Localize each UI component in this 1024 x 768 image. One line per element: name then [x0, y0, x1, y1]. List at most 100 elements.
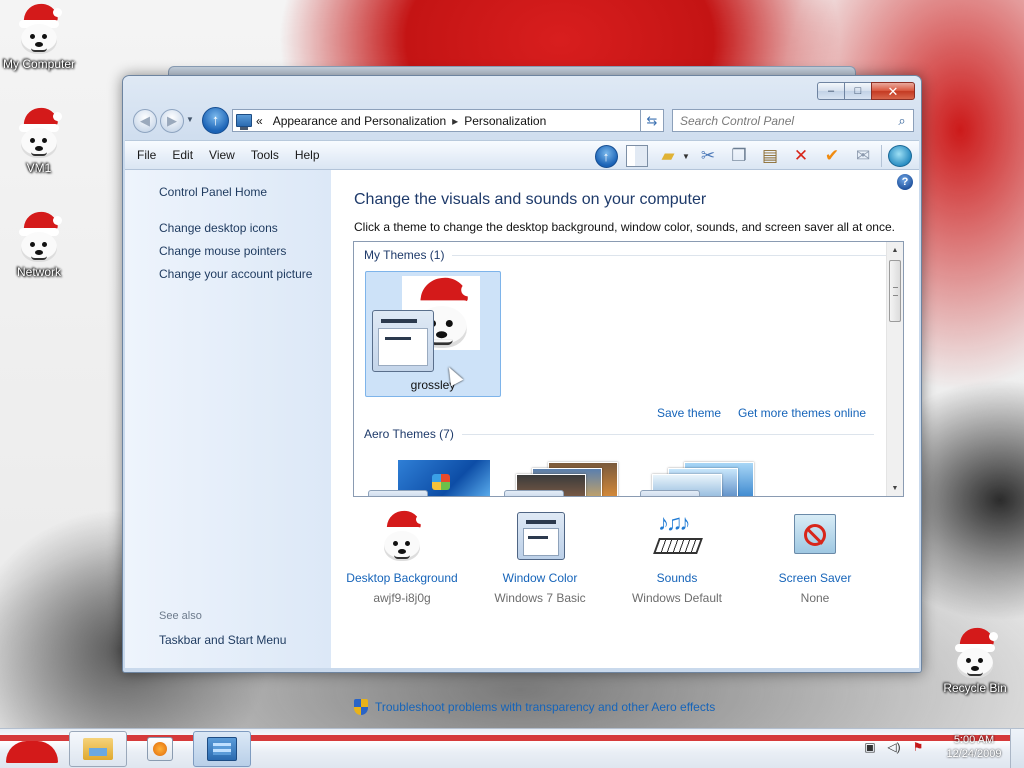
control-panel-icon — [207, 737, 237, 761]
desktop-icon-my-computer[interactable]: My Computer — [0, 1, 81, 71]
change-mouse-pointers-link[interactable]: Change mouse pointers — [159, 244, 286, 258]
search-input[interactable] — [673, 110, 891, 131]
get-more-themes-link[interactable]: Get more themes online — [738, 406, 866, 420]
email-button[interactable]: ✉ — [850, 144, 876, 168]
taskbar-start-menu-link[interactable]: Taskbar and Start Menu — [159, 633, 286, 647]
desktop-icon-label: My Computer — [2, 57, 76, 71]
search-box: ⌕ — [672, 109, 914, 132]
menu-edit[interactable]: Edit — [172, 148, 193, 162]
theme-name: grossley — [410, 378, 456, 392]
cut-button[interactable]: ✂ — [695, 144, 721, 168]
folder-icon — [83, 738, 113, 760]
show-desktop-button[interactable] — [1010, 729, 1024, 768]
up-level-button[interactable]: ↑ — [202, 107, 229, 134]
change-account-picture-link[interactable]: Change your account picture — [159, 267, 312, 281]
search-icon[interactable]: ⌕ — [891, 113, 913, 129]
toolbar-folder-button[interactable]: ▰ — [655, 144, 681, 168]
checkmark-icon: ✔ — [824, 146, 840, 165]
clock-date: 12/24/2009 — [946, 748, 1002, 760]
toolbar-up-button[interactable]: ↑ — [593, 144, 619, 168]
theme-window-preview — [372, 310, 434, 372]
santa-hat-icon — [6, 741, 58, 763]
properties-button[interactable]: ✔ — [819, 144, 845, 168]
screen-saver-setting[interactable]: Screen Saver None — [745, 512, 885, 605]
santa-dog-icon — [951, 625, 999, 680]
breadcrumb-appearance[interactable]: Appearance and Personalization — [273, 114, 446, 128]
paste-icon: ▤ — [761, 146, 779, 165]
sounds-setting[interactable]: ♪♫♪ Sounds Windows Default — [607, 510, 747, 605]
clock[interactable]: 5:00 AM 12/24/2009 — [944, 733, 1004, 761]
desktop-icon-network[interactable]: Network — [0, 209, 81, 279]
menu-view[interactable]: View — [209, 148, 235, 162]
setting-label[interactable]: Sounds — [607, 571, 747, 585]
scroll-down-icon[interactable]: ▼ — [887, 480, 903, 496]
setting-label[interactable]: Window Color — [470, 571, 610, 585]
close-button[interactable]: ✕ — [871, 82, 915, 100]
maximize-button[interactable]: □ — [844, 82, 871, 100]
refresh-icon: ⇆ — [646, 112, 658, 128]
screen-saver-icon — [790, 512, 840, 562]
my-themes-label: My Themes (1) — [364, 248, 445, 262]
paste-button[interactable]: ▤ — [757, 144, 783, 168]
menu-tools[interactable]: Tools — [251, 148, 279, 162]
minimize-button[interactable]: – — [817, 82, 844, 100]
toolbar: ↑ ▰ ▼ ✂ ❐ ▤ ✕ ✔ ✉ — [588, 143, 913, 169]
theme-list: My Themes (1) grossley Save theme Get mo… — [353, 241, 904, 497]
web-button[interactable] — [887, 144, 913, 168]
menu-file[interactable]: File — [137, 148, 156, 162]
taskbar-explorer-button[interactable] — [69, 731, 127, 767]
theme-list-scrollbar[interactable]: ▲ ▼ — [886, 242, 903, 496]
desktop-background-setting[interactable]: Desktop Background awjf9-i8j0g — [332, 508, 472, 605]
my-themes-header: My Themes (1) — [364, 248, 893, 262]
back-button[interactable]: ◀ — [133, 109, 157, 133]
desktop-icon-vm1[interactable]: VM1 — [0, 105, 81, 175]
shield-icon — [354, 699, 368, 715]
copy-button[interactable]: ❐ — [726, 144, 752, 168]
forward-arrow-icon: ▶ — [167, 113, 177, 128]
santa-dog-icon — [15, 105, 63, 160]
action-center-flag-icon[interactable]: ⚑ — [910, 739, 926, 755]
media-player-icon — [147, 737, 173, 761]
email-icon: ✉ — [855, 146, 871, 165]
network-icon[interactable]: ▣ — [862, 739, 878, 755]
globe-icon — [888, 145, 912, 167]
breadcrumb-personalization[interactable]: Personalization — [464, 114, 546, 128]
breadcrumb-overflow[interactable]: « — [256, 114, 263, 128]
taskbar-media-player-button[interactable] — [131, 731, 189, 767]
volume-icon[interactable]: ◁) — [886, 739, 902, 755]
theme-window-preview — [504, 490, 564, 496]
refresh-button[interactable]: ⇆ — [640, 109, 664, 132]
santa-dog-icon — [15, 1, 63, 56]
desktop-icon-recycle-bin[interactable]: Recycle Bin — [933, 625, 1017, 695]
help-icon[interactable]: ? — [897, 174, 913, 190]
save-theme-link[interactable]: Save theme — [657, 406, 721, 420]
address-bar[interactable]: « Appearance and Personalization ▸ Perso… — [232, 109, 664, 132]
setting-value: Windows Default — [631, 591, 723, 605]
aero-themes-label: Aero Themes (7) — [364, 427, 454, 441]
start-button[interactable] — [2, 737, 62, 767]
theme-window-preview — [640, 490, 700, 496]
window-color-setting[interactable]: Window Color Windows 7 Basic — [470, 512, 610, 605]
delete-icon: ✕ — [793, 146, 809, 165]
control-panel-home-link[interactable]: Control Panel Home — [159, 185, 267, 199]
change-desktop-icons-link[interactable]: Change desktop icons — [159, 221, 278, 235]
desktop-icon-label: Network — [16, 265, 61, 279]
main-pane: ? Change the visuals and sounds on your … — [331, 170, 919, 715]
scroll-up-icon[interactable]: ▲ — [887, 242, 903, 258]
delete-button[interactable]: ✕ — [788, 144, 814, 168]
recent-pages-dropdown[interactable]: ▼ — [186, 115, 194, 124]
santa-dog-icon — [15, 209, 63, 264]
taskbar-control-panel-button[interactable] — [193, 731, 251, 767]
troubleshoot-aero-link[interactable]: Troubleshoot problems with transparency … — [375, 700, 715, 714]
setting-value: Windows 7 Basic — [494, 591, 586, 605]
theme-tile-grossley[interactable]: grossley — [365, 271, 501, 397]
toolbar-pane-button[interactable] — [624, 144, 650, 168]
chevron-down-icon[interactable]: ▼ — [682, 152, 690, 161]
back-arrow-icon: ◀ — [140, 113, 150, 128]
setting-label[interactable]: Desktop Background — [332, 571, 472, 585]
scroll-thumb[interactable] — [889, 260, 901, 322]
forward-button[interactable]: ▶ — [160, 109, 184, 133]
setting-label[interactable]: Screen Saver — [745, 571, 885, 585]
menu-help[interactable]: Help — [295, 148, 320, 162]
breadcrumb-separator[interactable]: ▸ — [452, 114, 458, 128]
